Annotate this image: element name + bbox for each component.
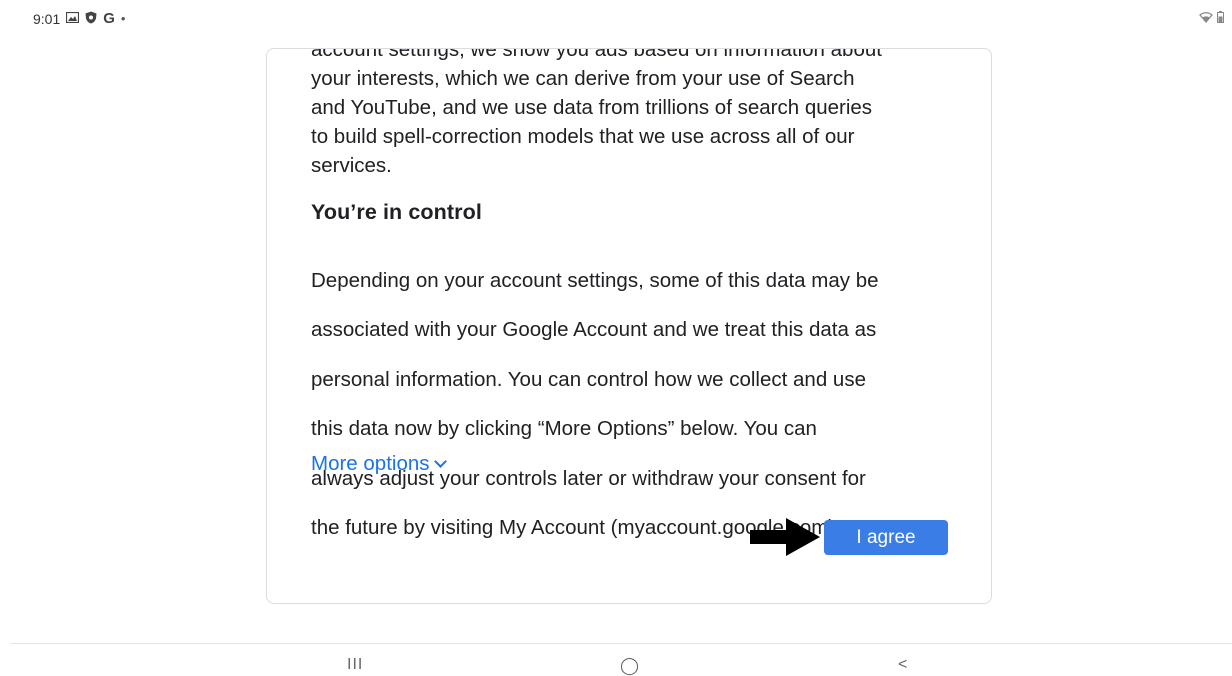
intro-line: your interests, which we can derive from…: [311, 67, 855, 90]
body-line: this data now by clicking “More Options”…: [311, 417, 817, 440]
intro-line: account settings, we show you ads based …: [311, 48, 882, 61]
notification-dot: •: [120, 11, 126, 26]
google-icon: G: [103, 10, 115, 27]
body-line: Depending on your account settings, some…: [311, 268, 879, 292]
status-time: 9:01: [33, 10, 61, 27]
section-heading: You’re in control: [311, 200, 482, 224]
back-button[interactable]: <: [898, 656, 907, 674]
pointer-arrow-icon: [750, 518, 820, 556]
intro-line: to build spell-correction models that we…: [311, 125, 855, 148]
more-options-link[interactable]: More options: [311, 452, 447, 476]
agree-button[interactable]: I agree: [824, 520, 948, 555]
chevron-down-icon: [433, 455, 447, 468]
body-line: associated with your Google Account and …: [311, 318, 877, 341]
more-options-label: More options: [311, 452, 430, 475]
home-button[interactable]: ◯: [620, 656, 639, 676]
intro-line: and YouTube, and we use data from trilli…: [311, 96, 873, 119]
shield-icon: [85, 11, 97, 27]
intro-paragraph: account settings, we show you ads based …: [311, 48, 961, 180]
status-bar: 9:01 G •: [0, 0, 1232, 36]
status-bar-right: [1199, 10, 1224, 28]
nav-divider: [10, 643, 1232, 644]
body-line: personal information. You can control ho…: [311, 367, 866, 391]
control-paragraph: Depending on your account settings, some…: [311, 245, 961, 563]
intro-line: services.: [311, 154, 392, 177]
recents-button[interactable]: III: [347, 656, 363, 674]
status-bar-left: 9:01 G •: [33, 10, 125, 27]
gallery-icon: [66, 11, 80, 26]
battery-icon: [1217, 10, 1224, 28]
wifi-icon: [1199, 10, 1213, 28]
